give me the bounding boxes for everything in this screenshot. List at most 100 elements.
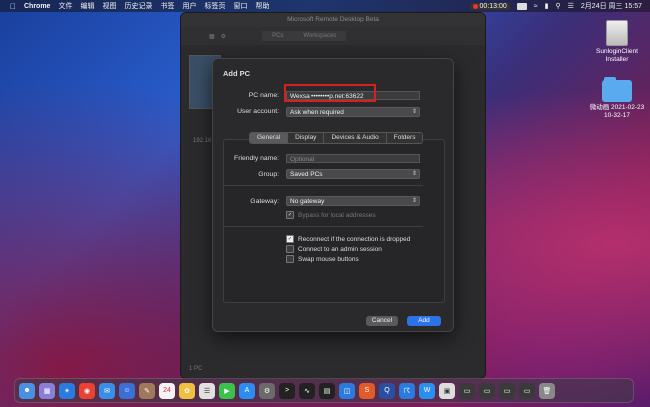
tab-workspaces[interactable]: Workspaces [293, 31, 347, 41]
menu-file[interactable]: 文件 [58, 1, 72, 11]
dialog-title: Add PC [223, 69, 251, 78]
chrome-icon[interactable]: ◉ [79, 382, 95, 399]
safari-icon[interactable]: ✴ [59, 382, 75, 399]
window-toolbar: ▦ ⚙ PCs Workspaces [181, 27, 485, 45]
mail-icon[interactable]: ✉ [99, 382, 115, 399]
checkbox-checked-disabled-icon: ✓ [286, 211, 294, 219]
swap-mouse-label: Swap mouse buttons [298, 255, 359, 263]
window-title: Microsoft Remote Desktop Beta [181, 13, 485, 27]
menu-bar:  Chrome 文件 编辑 视图 历史记录 书签 用户 标签页 窗口 帮助 0… [0, 0, 650, 12]
bypass-local-label: Bypass for local addresses [298, 211, 376, 219]
record-dot-icon [472, 3, 478, 9]
flag-icon[interactable] [516, 2, 527, 10]
wps-icon[interactable]: W [419, 382, 435, 399]
system-preferences-icon[interactable]: ⚙ [259, 382, 275, 399]
menu-window[interactable]: 窗口 [233, 1, 247, 11]
user-account-value: Ask when required [290, 109, 344, 116]
tab-devices-audio[interactable]: Devices & Audio [324, 133, 387, 143]
tab-general[interactable]: General [250, 133, 289, 143]
window-footer-count: 1 PC [189, 366, 203, 372]
notes-icon[interactable]: ✎ [139, 382, 155, 399]
gateway-select[interactable]: No gateway ⇕ [286, 196, 420, 206]
minimized-window-icon[interactable]: ▭ [499, 382, 515, 399]
group-label: Group: [258, 171, 279, 178]
contacts-icon[interactable]: ☺ [119, 382, 135, 399]
chevron-updown-icon: ⇕ [411, 171, 417, 177]
calendar-icon[interactable]: 24 [159, 382, 175, 399]
desktop-item-folder[interactable]: 微动画 2021-02-23 10-32-17 [587, 77, 647, 120]
settings-panel [223, 139, 445, 303]
chevron-updown-icon: ⇕ [411, 198, 417, 204]
disk-image-icon [606, 20, 628, 46]
admin-session-label: Connect to an admin session [298, 245, 382, 253]
search-icon[interactable]: ⚲ [555, 2, 560, 10]
tab-display[interactable]: Display [288, 133, 325, 143]
finder-icon[interactable]: ☻ [19, 382, 35, 399]
menu-help[interactable]: 帮助 [255, 1, 269, 11]
bypass-local-checkbox[interactable]: ✓ Bypass for local addresses [286, 211, 376, 219]
recording-time: 00:13:00 [479, 2, 507, 10]
add-button[interactable]: Add [407, 316, 441, 326]
view-segmented-control: PCs Workspaces [262, 31, 347, 41]
minimized-window-icon[interactable]: ▭ [519, 382, 535, 399]
cancel-button[interactable]: Cancel [366, 316, 398, 326]
launchpad-icon[interactable]: ▦ [39, 382, 55, 399]
reconnect-checkbox[interactable]: ✓ Reconnect if the connection is dropped [286, 235, 410, 243]
tab-pcs[interactable]: PCs [262, 31, 294, 41]
pc-name-label: PC name: [248, 92, 279, 99]
section-divider [223, 226, 423, 227]
control-center-icon[interactable]: ☰ [568, 2, 574, 10]
sublime-icon[interactable]: S [359, 382, 375, 399]
grid-view-icon[interactable]: ▦ [209, 33, 215, 40]
screen-recording-indicator[interactable]: 00:13:00 [469, 2, 510, 10]
menu-app-name[interactable]: Chrome [24, 3, 50, 10]
checkbox-unchecked-icon [286, 245, 294, 253]
menu-bookmarks[interactable]: 书签 [160, 1, 174, 11]
settings-icon[interactable]: ⚙ [221, 33, 226, 40]
apple-menu-icon[interactable]:  [10, 2, 16, 11]
section-divider [223, 185, 423, 186]
remote-desktop-icon[interactable]: ◫ [339, 382, 355, 399]
wifi-icon[interactable]: ≈ [534, 3, 538, 10]
menu-tab[interactable]: 标签页 [204, 1, 225, 11]
checkbox-checked-icon: ✓ [286, 235, 294, 243]
settings-tabs: General Display Devices & Audio Folders [249, 132, 424, 144]
reconnect-label: Reconnect if the connection is dropped [298, 235, 411, 243]
annotation-highlight-box [284, 84, 376, 102]
activity-monitor-icon[interactable]: ∿ [299, 382, 315, 399]
chevron-updown-icon: ⇕ [411, 109, 417, 115]
menu-edit[interactable]: 编辑 [80, 1, 94, 11]
preview-icon[interactable]: ▣ [439, 382, 455, 399]
desktop-item-installer[interactable]: SunloginClient Installer [587, 20, 647, 64]
menu-datetime[interactable]: 2月24日 周三 15:57 [581, 1, 642, 11]
menu-view[interactable]: 视图 [102, 1, 116, 11]
dock: ☻ ▦ ✴ ◉ ✉ ☺ ✎ 24 ✿ ☰ ▶ A ⚙ > ∿ ▤ ◫ S Q ☈… [14, 378, 634, 403]
friendly-name-input[interactable]: Optional [286, 154, 420, 163]
gateway-label: Gateway: [250, 198, 279, 205]
terminal-icon[interactable]: > [279, 382, 295, 399]
minimized-window-icon[interactable]: ▭ [459, 382, 475, 399]
user-account-select[interactable]: Ask when required ⇕ [286, 107, 420, 117]
desktop-item-folder-label: 微动画 2021-02-23 10-32-17 [589, 104, 645, 119]
desktop-item-installer-label: SunloginClient Installer [596, 48, 638, 63]
gateway-value: No gateway [290, 198, 325, 205]
friendly-name-label: Friendly name: [234, 155, 279, 162]
menu-history[interactable]: 历史记录 [124, 1, 152, 11]
battery-icon[interactable]: ▮ [545, 2, 549, 10]
quicktime-icon[interactable]: Q [379, 382, 395, 399]
minimized-window-icon[interactable]: ▭ [479, 382, 495, 399]
network-icon[interactable]: ☈ [399, 382, 415, 399]
photos-icon[interactable]: ✿ [179, 382, 195, 399]
reminders-icon[interactable]: ☰ [199, 382, 215, 399]
facetime-icon[interactable]: ▶ [219, 382, 235, 399]
trash-icon[interactable]: 🗑 [539, 382, 555, 399]
swap-mouse-checkbox[interactable]: Swap mouse buttons [286, 255, 359, 263]
app-store-icon[interactable]: A [239, 382, 255, 399]
menu-people[interactable]: 用户 [182, 1, 196, 11]
console-icon[interactable]: ▤ [319, 382, 335, 399]
tab-folders[interactable]: Folders [386, 133, 423, 143]
group-select[interactable]: Saved PCs ⇕ [286, 169, 420, 179]
checkbox-unchecked-icon [286, 255, 294, 263]
admin-session-checkbox[interactable]: Connect to an admin session [286, 245, 382, 253]
folder-icon [602, 77, 632, 102]
